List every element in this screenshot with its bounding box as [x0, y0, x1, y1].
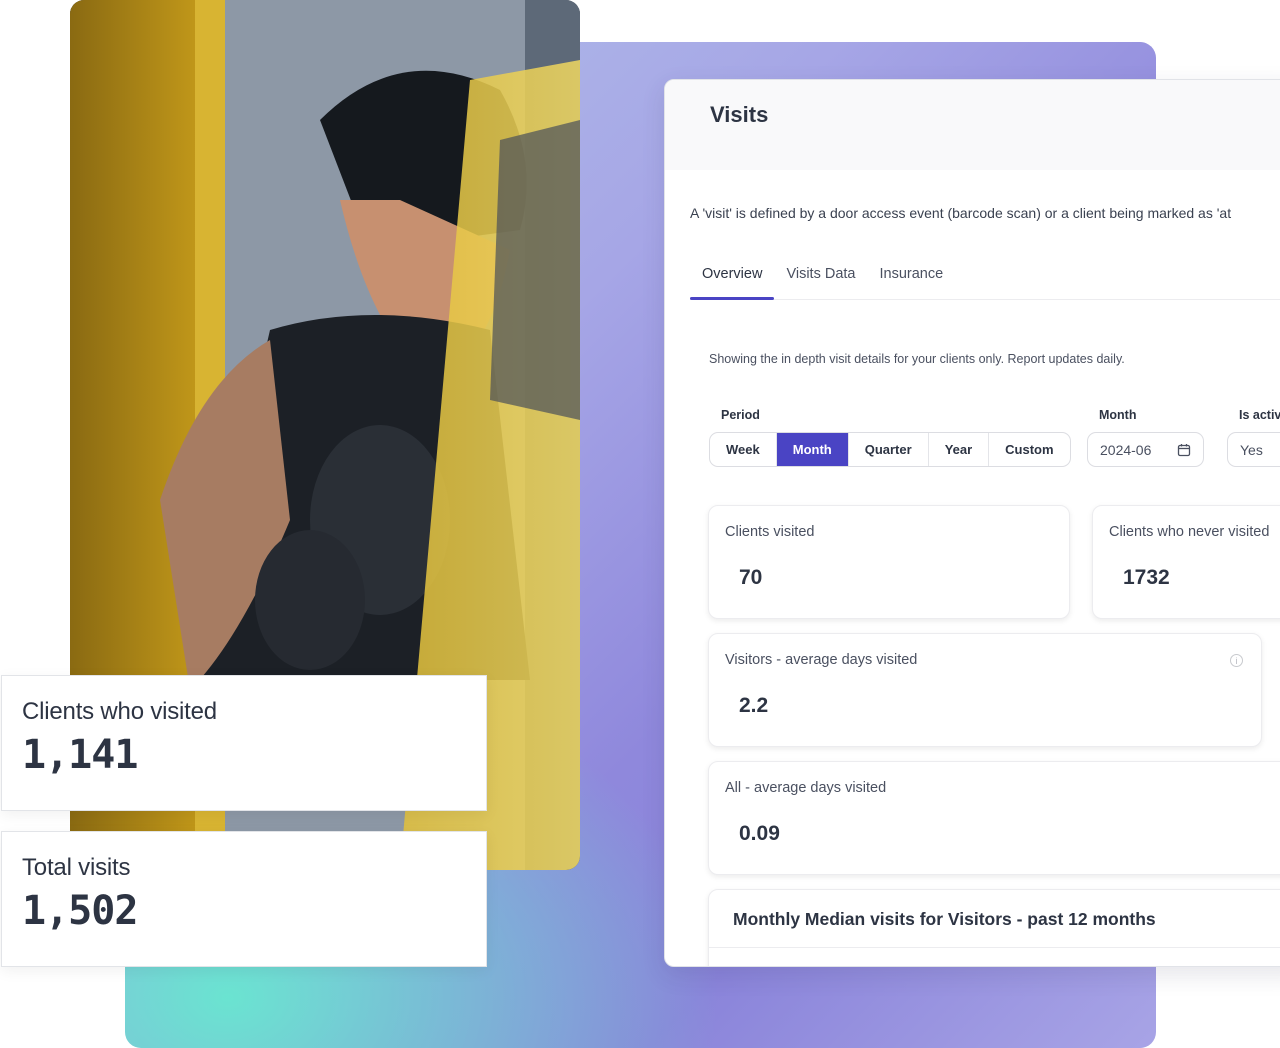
- visit-definition-text: A 'visit' is defined by a door access ev…: [690, 205, 1232, 221]
- month-label: Month: [1099, 408, 1137, 422]
- period-label: Period: [721, 408, 760, 422]
- metric-label: All - average days visited: [725, 780, 887, 796]
- metric-card-all-average-days: All - average days visited 0.09: [708, 761, 1280, 875]
- is-active-value: Yes: [1240, 441, 1263, 458]
- metric-value: 0.09: [739, 822, 780, 845]
- month-value: 2024-06: [1100, 441, 1152, 458]
- panel-header: Visits: [665, 80, 1280, 170]
- info-icon[interactable]: i: [1230, 654, 1243, 667]
- report-tabs: Overview Visits Data Insurance: [690, 258, 1280, 300]
- metric-card-clients-visited: Clients visited 70: [708, 505, 1070, 619]
- period-week-button[interactable]: Week: [710, 433, 777, 466]
- is-active-label: Is activ: [1239, 408, 1280, 422]
- page-title: Visits: [710, 102, 769, 127]
- period-year-button[interactable]: Year: [929, 433, 990, 466]
- month-picker[interactable]: 2024-06: [1087, 432, 1204, 467]
- period-custom-button[interactable]: Custom: [989, 433, 1069, 466]
- metric-value: 2.2: [739, 694, 769, 717]
- chart-section-title: Monthly Median visits for Visitors - pas…: [709, 890, 1280, 948]
- tab-visits-data[interactable]: Visits Data: [774, 258, 867, 299]
- period-selector: Week Month Quarter Year Custom: [709, 432, 1071, 467]
- calendar-icon[interactable]: [1177, 443, 1191, 457]
- metric-label: Clients who never visited: [1109, 524, 1270, 540]
- tab-insurance[interactable]: Insurance: [867, 258, 955, 299]
- metric-label: Visitors - average days visited: [725, 652, 918, 668]
- metric-card-clients-never-visited: Clients who never visited 1732: [1092, 505, 1280, 619]
- report-subtext: Showing the in depth visit details for y…: [709, 352, 1125, 366]
- metric-value: 1732: [1123, 566, 1170, 589]
- stat-value: 1,502: [22, 888, 138, 934]
- stat-value: 1,141: [22, 732, 138, 778]
- metric-label: Clients visited: [725, 524, 815, 540]
- is-active-select[interactable]: Yes: [1227, 432, 1280, 467]
- metric-value: 70: [739, 566, 763, 589]
- monthly-median-chart-card: Monthly Median visits for Visitors - pas…: [708, 889, 1280, 966]
- stat-card-clients-who-visited: Clients who visited 1,141: [1, 675, 487, 811]
- stat-label: Clients who visited: [22, 698, 217, 725]
- visits-report-panel: Visits A 'visit' is defined by a door ac…: [664, 79, 1280, 967]
- stat-label: Total visits: [22, 854, 131, 881]
- period-quarter-button[interactable]: Quarter: [849, 433, 929, 466]
- period-month-button[interactable]: Month: [776, 433, 849, 466]
- tab-overview[interactable]: Overview: [690, 258, 775, 300]
- metric-card-visitors-average-days: Visitors - average days visited 2.2 i: [708, 633, 1262, 747]
- stat-card-total-visits: Total visits 1,502: [1, 831, 487, 967]
